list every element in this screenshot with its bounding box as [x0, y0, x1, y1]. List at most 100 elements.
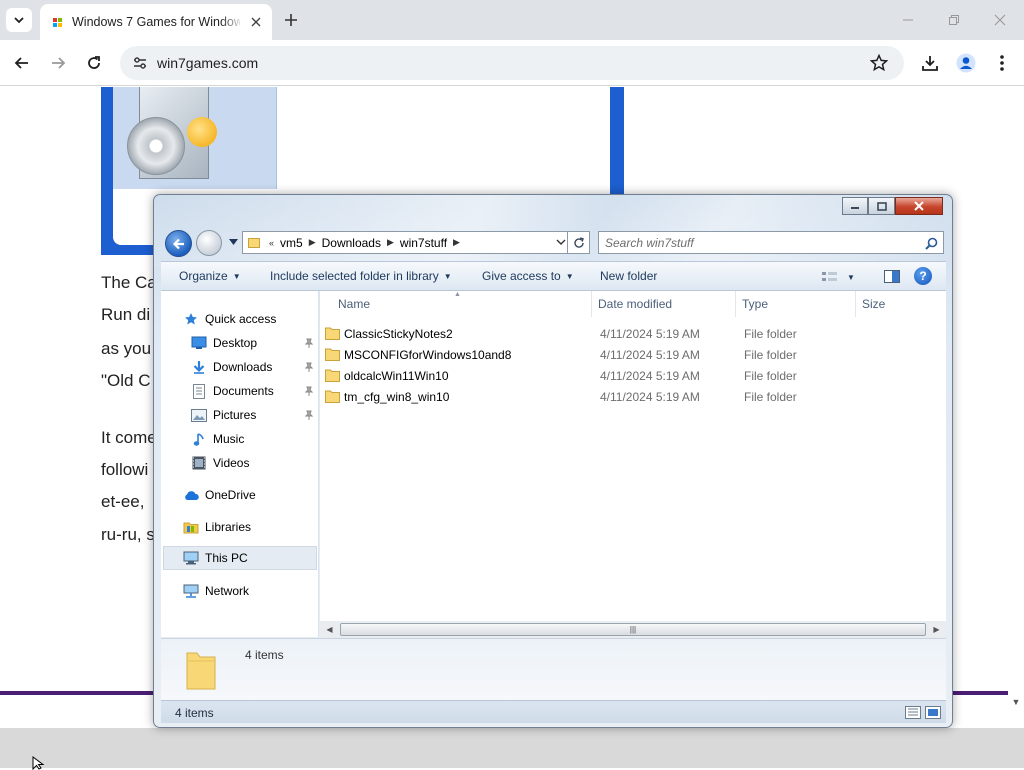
nav-item-pictures[interactable]: Pictures	[191, 404, 256, 426]
profile-icon	[956, 53, 976, 73]
video-film-icon	[191, 455, 207, 471]
page-text-line: et-ee,	[101, 492, 145, 511]
chevron-down-icon	[556, 239, 566, 245]
nav-item-this-pc[interactable]: This PC	[163, 546, 317, 570]
file-row[interactable]: ClassicStickyNotes2 4/11/2024 5:19 AM Fi…	[320, 323, 946, 344]
nav-item-music[interactable]: Music	[191, 428, 244, 450]
window-close-button[interactable]	[895, 197, 943, 215]
browser-tab-active[interactable]: Windows 7 Games for Windows 11 and 10	[40, 4, 272, 40]
nav-item-desktop[interactable]: Desktop	[191, 332, 257, 354]
address-segment-win7stuff[interactable]: win7stuff	[400, 236, 447, 250]
column-header-date[interactable]: Date modified	[592, 291, 736, 317]
scroll-left-button[interactable]: ◀	[322, 622, 337, 637]
navigation-pane: Quick access Desktop Downloads Documents…	[161, 291, 319, 637]
scrollbar-thumb[interactable]: |||	[340, 623, 926, 636]
page-text-line: It come	[101, 428, 157, 447]
column-header-name[interactable]: Name	[332, 291, 592, 317]
address-segment-vm5[interactable]: vm5	[280, 236, 303, 250]
browser-menu-button[interactable]	[989, 50, 1015, 76]
preview-pane-button[interactable]	[883, 268, 901, 284]
include-in-library-button[interactable]: Include selected folder in library ▼	[270, 269, 452, 283]
change-view-button[interactable]: ▼	[821, 269, 861, 285]
browser-minimize-button[interactable]	[898, 10, 918, 30]
tab-close-button[interactable]	[248, 14, 264, 30]
page-scroll-down-button[interactable]: ▼	[1008, 695, 1024, 709]
downloads-button[interactable]	[917, 50, 943, 76]
pin-icon	[304, 386, 314, 396]
horizontal-scrollbar[interactable]: ◀ ||| ▶	[320, 621, 946, 638]
explorer-search-box[interactable]	[598, 231, 944, 254]
scroll-right-button[interactable]: ▶	[929, 622, 944, 637]
bookmark-star-button[interactable]	[868, 53, 890, 73]
forward-button[interactable]	[45, 50, 71, 76]
new-folder-button[interactable]: New folder	[600, 269, 657, 283]
window-minimize-button[interactable]	[842, 197, 868, 215]
give-access-button[interactable]: Give access to ▼	[482, 269, 574, 283]
chevron-right-icon[interactable]: ▶	[453, 237, 460, 248]
download-arrow-icon	[191, 359, 207, 375]
site-info-button[interactable]	[130, 54, 150, 72]
search-input[interactable]	[605, 235, 905, 251]
browser-toolbar: win7games.com	[0, 40, 1024, 86]
nav-item-libraries[interactable]: Libraries	[183, 516, 251, 538]
page-text-line: The Ca	[101, 273, 157, 292]
back-button[interactable]	[9, 50, 35, 76]
window-maximize-button[interactable]	[868, 197, 895, 215]
file-row[interactable]: oldcalcWin11Win10 4/11/2024 5:19 AM File…	[320, 365, 946, 386]
chevron-right-icon[interactable]: ▶	[387, 237, 394, 248]
refresh-button[interactable]	[568, 231, 590, 254]
explorer-address-bar[interactable]: « vm5 ▶ Downloads ▶ win7stuff ▶	[242, 231, 568, 254]
chevron-right-icon[interactable]: ▶	[309, 237, 316, 248]
organize-menu-button[interactable]: Organize ▼	[179, 269, 241, 283]
profile-button[interactable]	[953, 50, 979, 76]
column-label: Date modified	[598, 297, 673, 311]
address-dropdown-button[interactable]	[553, 232, 569, 253]
minimize-icon	[903, 19, 913, 21]
browser-close-button[interactable]	[990, 10, 1010, 30]
tune-icon	[134, 57, 146, 69]
address-bar[interactable]: win7games.com	[120, 46, 904, 80]
nav-item-downloads[interactable]: Downloads	[191, 356, 272, 378]
maximize-icon	[876, 201, 887, 211]
large-icons-view-button[interactable]	[924, 705, 942, 720]
nav-item-documents[interactable]: Documents	[191, 380, 274, 402]
details-view-button[interactable]	[904, 705, 922, 720]
column-header-type[interactable]: Type	[736, 291, 856, 317]
search-button[interactable]	[923, 235, 939, 251]
file-row[interactable]: tm_cfg_win8_win10 4/11/2024 5:19 AM File…	[320, 386, 946, 407]
tab-title-fade	[220, 12, 244, 32]
nav-item-quick-access[interactable]: Quick access	[183, 308, 276, 330]
preview-pane-icon	[884, 269, 900, 283]
column-header-size[interactable]: Size	[856, 291, 936, 317]
file-list[interactable]: Name ▲ Date modified Type Size ClassicSt…	[320, 291, 946, 621]
recent-locations-button[interactable]	[228, 237, 238, 247]
nav-label: Videos	[213, 456, 250, 470]
star-icon	[183, 311, 199, 327]
url-text: win7games.com	[157, 55, 259, 71]
file-type: File folder	[744, 327, 797, 341]
browser-restore-button[interactable]	[944, 10, 964, 30]
tab-title: Windows 7 Games for Windows 11 and 10	[72, 15, 240, 29]
folder-icon	[248, 237, 260, 248]
nav-item-videos[interactable]: Videos	[191, 452, 249, 474]
explorer-back-button[interactable]	[165, 230, 192, 257]
new-tab-button[interactable]	[280, 10, 302, 30]
include-label: Include selected folder in library	[270, 269, 439, 283]
reload-button[interactable]	[81, 50, 107, 76]
address-segment-downloads[interactable]: Downloads	[322, 236, 381, 250]
close-icon	[251, 17, 261, 27]
explorer-window[interactable]: « vm5 ▶ Downloads ▶ win7stuff ▶ Organize…	[153, 194, 953, 728]
nav-item-onedrive[interactable]: OneDrive	[183, 484, 256, 506]
tab-search-button[interactable]	[6, 8, 32, 32]
page-text-line: "Old C	[101, 371, 151, 390]
explorer-forward-button[interactable]	[196, 230, 222, 256]
nav-item-network[interactable]: Network	[183, 580, 249, 602]
column-label: Type	[742, 297, 769, 311]
file-row[interactable]: MSCONFIGforWindows10and8 4/11/2024 5:19 …	[320, 344, 946, 365]
orange-ball-icon	[187, 117, 217, 147]
close-icon	[994, 14, 1006, 26]
help-button[interactable]: ?	[914, 267, 932, 285]
desktop-icon	[191, 335, 207, 351]
file-name: tm_cfg_win8_win10	[344, 390, 450, 404]
address-overflow[interactable]: «	[269, 238, 274, 248]
